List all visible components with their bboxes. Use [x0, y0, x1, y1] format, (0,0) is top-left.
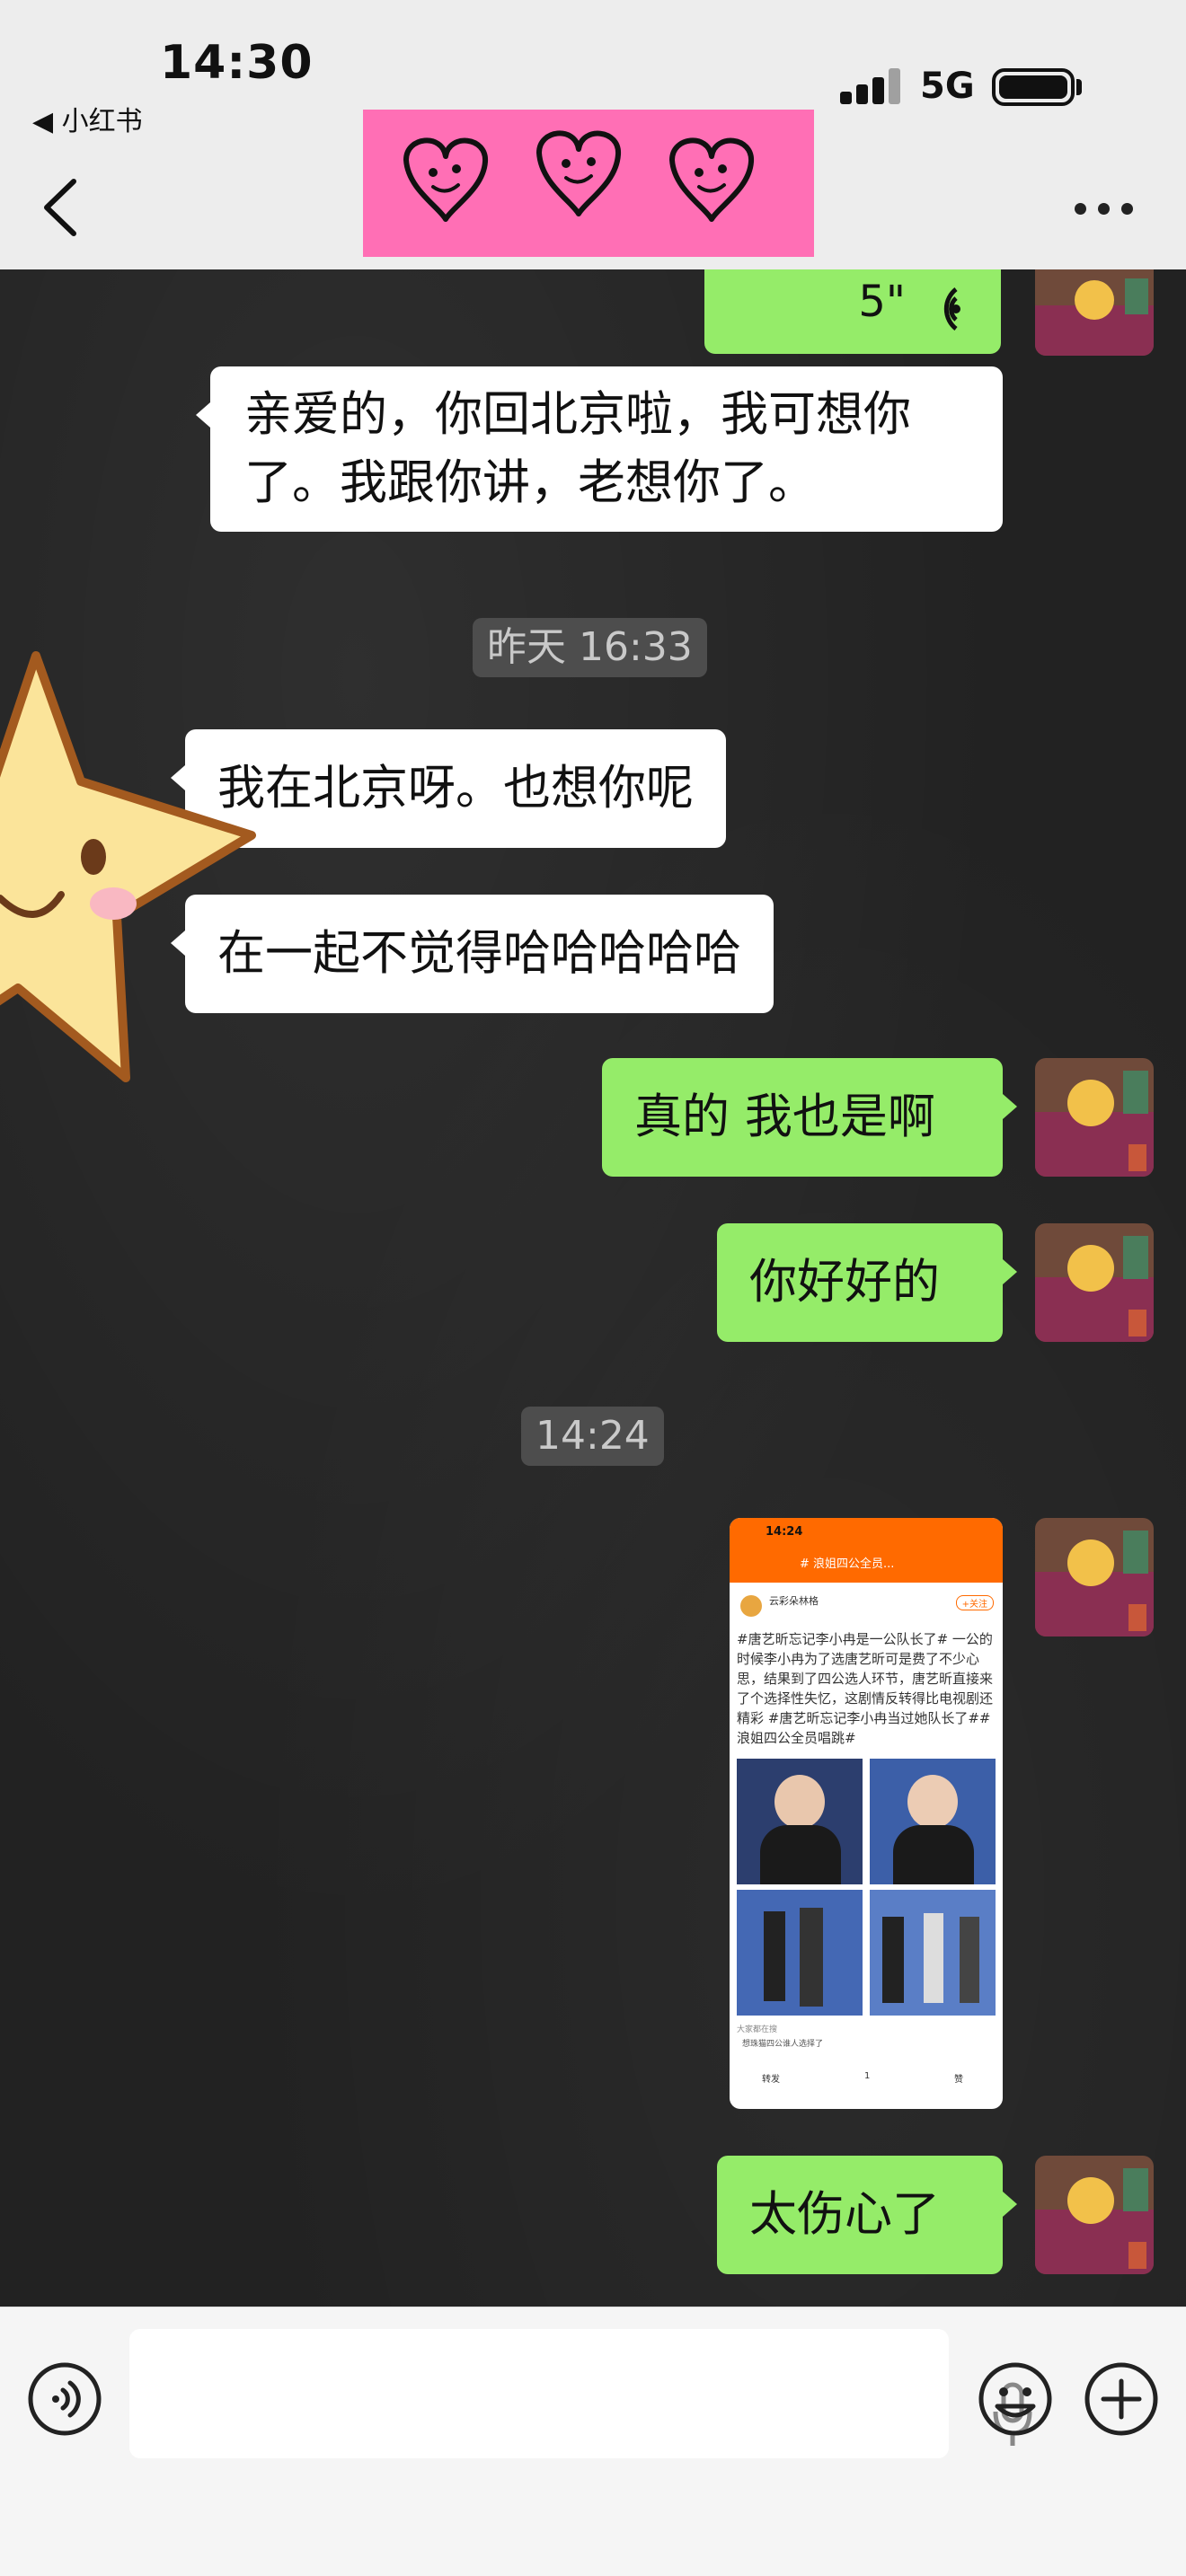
message-input[interactable] [129, 2329, 1032, 2458]
image-likes: 赞 [954, 2075, 963, 2085]
status-time: 14:30 [160, 36, 314, 90]
photo-thumb [737, 1890, 863, 2016]
emoji-icon[interactable] [976, 2360, 1055, 2439]
heart-faces-icon [403, 130, 754, 222]
image-comments: 1 [864, 2071, 871, 2081]
message-bubble[interactable]: 亲爱的，你回北京啦，我可想你了。我跟你讲，老想你了。 [196, 366, 1003, 532]
image-footer-link: 想珠猫四公谁人选择了 [742, 2040, 824, 2049]
image-post-text: #唐艺昕忘记李小冉是一公队长了# 一公的时候李小冉为了选唐艺昕可是费了不少心思，… [737, 1631, 994, 1746]
photo-thumb [870, 1890, 996, 2016]
avatar[interactable] [1035, 1058, 1154, 1177]
voice-mode-icon[interactable] [27, 2361, 102, 2437]
voice-duration: 5" [858, 277, 906, 327]
image-repost: 转发 [762, 2075, 780, 2085]
avatar[interactable] [1035, 1518, 1154, 1636]
image-follow: +关注 [955, 1595, 994, 1610]
star-sticker [0, 651, 256, 1082]
top-bar: 14:30 ◀ 小红书 5G [0, 0, 1186, 269]
message-bubble[interactable]: 你好好的 [717, 1223, 1017, 1342]
plus-icon[interactable] [1082, 2360, 1161, 2439]
input-bar [0, 2307, 1186, 2576]
image-author: 云彩朵林格 [769, 1595, 819, 1607]
message-bubble[interactable]: 真的 我也是啊 [602, 1058, 1017, 1177]
battery-tip [1076, 79, 1082, 95]
author-avatar [740, 1595, 762, 1617]
image-top-title: # 浪姐四公全员... [800, 1557, 895, 1571]
image-footer-hint: 大家都在搜 [737, 2025, 778, 2034]
image-status-time: 14:24 [766, 1525, 803, 1539]
chevron-left-icon[interactable] [38, 176, 84, 239]
avatar[interactable] [1035, 269, 1154, 356]
avatar[interactable] [1035, 1223, 1154, 1342]
voice-message[interactable]: 5" [704, 269, 1001, 354]
signal-strength-icon [840, 68, 903, 104]
message-bubble[interactable]: 太伤心了 [717, 2156, 1017, 2274]
image-header: 14:24 # 浪姐四公全员... [730, 1518, 1003, 1583]
more-options-icon[interactable] [1075, 203, 1134, 216]
timestamp: 昨天 16:33 [473, 618, 707, 677]
photo-thumb [870, 1759, 996, 1884]
photo-thumb [737, 1759, 863, 1884]
avatar[interactable] [1035, 2156, 1154, 2274]
hearts-sticker [363, 110, 814, 257]
network-type: 5G [920, 66, 975, 107]
chat-area[interactable]: 5" 亲爱的，你回北京啦，我可想你了。我跟你讲，老想你了。 昨天 16:33 我… [0, 269, 1186, 2307]
battery-icon [992, 68, 1075, 106]
timestamp: 14:24 [521, 1407, 664, 1466]
image-message[interactable]: 14:24 # 浪姐四公全员... 云彩朵林格 +关注 #唐艺昕忘记李小冉是一公… [730, 1518, 1003, 2109]
voice-wave-icon [943, 287, 960, 331]
back-to-app-link[interactable]: ◀ 小红书 [32, 99, 143, 138]
